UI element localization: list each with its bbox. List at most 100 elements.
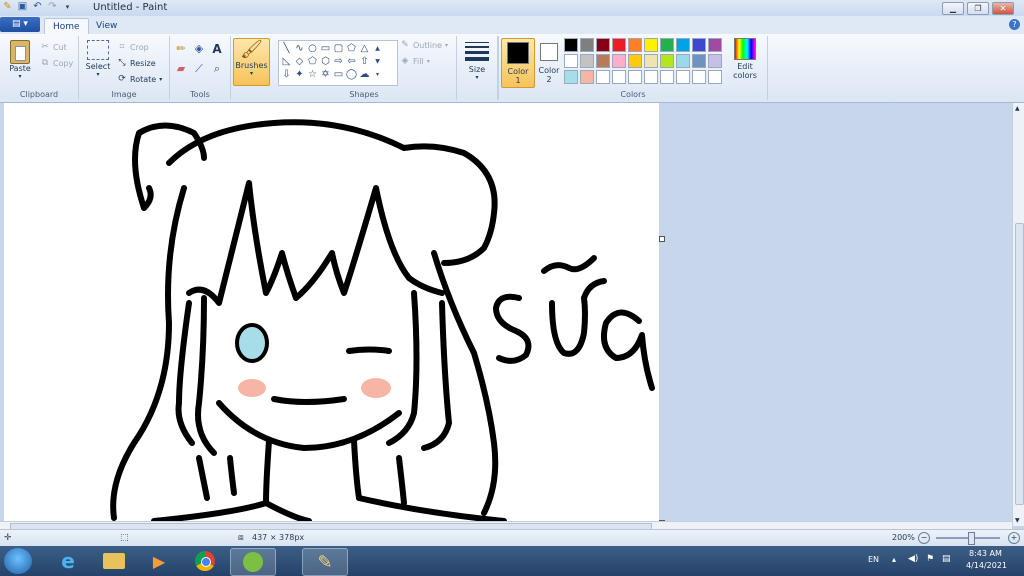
zoom-slider-thumb[interactable] [968,532,975,545]
ribbon-tabs: ▤ ▾ Home View ? [0,16,1024,35]
diamond-shape-icon[interactable]: ◇ [293,55,306,68]
group-colors: Colors [498,36,768,100]
paint-app-icon[interactable]: ✎ [2,1,13,12]
line-shape-icon[interactable]: ╲ [280,42,293,55]
title-bar: ✎ ▣ ↶ ↷ ▾ Untitled - Paint ▁ ❐ ✕ [0,0,1024,16]
paste-label: Paste [9,64,31,73]
network-icon[interactable]: ▤ [942,554,951,564]
cloud-callout-icon[interactable]: ☁ [358,68,371,81]
rounded-callout-icon[interactable]: ▭ [332,68,345,81]
volume-icon[interactable]: ◀) [908,554,918,564]
action-center-icon[interactable]: ⚑ [926,554,934,564]
scroll-down-arrow[interactable]: ▼ [1015,517,1020,524]
vertical-scrollbar[interactable]: ▲ ▼ [1012,103,1024,526]
tab-home[interactable]: Home [44,18,89,35]
curve-shape-icon[interactable]: ∿ [293,42,306,55]
image-dimensions: 437 × 378px [252,533,305,542]
rectangle-shape-icon[interactable]: ▭ [319,42,332,55]
zoom-out-button[interactable]: − [918,532,930,544]
line-size-icon [465,42,489,61]
hexagon-shape-icon[interactable]: ⬡ [319,55,332,68]
pencil-icon[interactable]: ✏ [176,43,186,54]
four-point-star-icon[interactable]: ✦ [293,68,306,81]
clock-time[interactable]: 8:43 AM [969,549,1002,558]
rounded-rectangle-shape-icon[interactable]: ▢ [332,42,345,55]
right-arrow-shape-icon[interactable]: ⇨ [332,55,345,68]
left-arrow-shape-icon[interactable]: ⇦ [345,55,358,68]
taskbar-app[interactable] [230,548,276,576]
paste-button[interactable]: Paste ▾ [6,40,34,80]
crop-button[interactable]: ⌗ Crop [117,42,148,52]
fill-button[interactable]: ◈ Fill ▾ [400,56,430,66]
zoom-level: 200% [892,533,915,542]
group-clipboard: Paste ▾ ✂ Cut ⧉ Copy Clipboard [0,36,79,100]
scissors-icon: ✂ [41,42,49,52]
taskbar-file-explorer[interactable] [92,548,136,574]
magnifier-icon[interactable]: ⌕ [212,63,222,74]
close-button[interactable]: ✕ [992,2,1014,15]
text-icon[interactable]: A [212,43,222,55]
size-button[interactable]: Size ▾ [463,40,491,81]
zoom-in-button[interactable]: + [1008,532,1020,544]
triangle-shape-icon[interactable]: △ [358,42,371,55]
chrome-icon [195,551,215,571]
right-triangle-shape-icon[interactable]: ◺ [280,55,293,68]
shapes-group-label: Shapes [349,90,379,99]
eraser-icon[interactable]: ▰ [176,63,186,74]
taskbar-chrome[interactable] [183,548,227,574]
pentagon-shape-icon[interactable]: ⬠ [306,55,319,68]
rotate-button[interactable]: ⟳ Rotate ▾ [117,74,162,84]
media-player-icon: ▶ [152,551,166,571]
canvas-resize-handle-right[interactable] [659,236,665,242]
undo-icon[interactable]: ↶ [32,1,43,12]
image-size-icon: ⧈ [238,533,244,543]
drawing-canvas[interactable] [4,103,659,522]
maximize-button[interactable]: ❐ [967,2,989,15]
six-point-star-icon[interactable]: ✡ [319,68,332,81]
customize-toolbar-icon[interactable]: ▾ [62,1,73,12]
taskbar-paint[interactable]: ✎ [302,548,348,576]
cut-label: Cut [53,42,67,52]
redo-icon[interactable]: ↷ [47,1,58,12]
select-button[interactable]: Select ▾ [85,40,111,78]
clock-date[interactable]: 4/14/2021 [966,561,1007,570]
five-point-star-icon[interactable]: ☆ [306,68,319,81]
quick-access-toolbar: ✎ ▣ ↶ ↷ ▾ [2,1,73,12]
help-icon[interactable]: ? [1009,19,1020,30]
group-size: Size ▾ [457,36,498,100]
scroll-up-arrow[interactable]: ▲ [1015,105,1020,112]
select-label: Select [85,62,111,71]
group-image: Select ▾ ⌗ Crop ⤡ Resize ⟳ Rotate ▾ Image [79,36,170,100]
more-shapes-icon[interactable]: ▾ [371,68,384,81]
taskbar-media-player[interactable]: ▶ [137,548,181,574]
show-hidden-icons[interactable]: ▴ [892,555,896,564]
start-button[interactable] [4,548,32,574]
oval-shape-icon[interactable]: ○ [306,42,319,55]
resize-button[interactable]: ⤡ Resize [117,58,155,68]
brushes-button[interactable]: 🖌 Brushes ▾ [233,38,270,86]
outline-button[interactable]: ✎ Outline ▾ [400,40,448,50]
select-icon [87,40,109,60]
tools-group-label: Tools [190,90,210,99]
drawing-sketch [110,119,655,522]
vertical-scroll-thumb[interactable] [1015,223,1024,505]
oval-callout-icon[interactable]: ◯ [345,68,358,81]
zoom-slider[interactable] [936,532,1000,545]
fill-bucket-icon[interactable]: ◈ [194,43,204,54]
language-indicator[interactable]: EN [868,555,879,564]
copy-icon: ⧉ [41,58,49,68]
tab-view[interactable]: View [88,18,125,34]
down-arrow-shape-icon[interactable]: ⇩ [280,68,293,81]
polygon-shape-icon[interactable]: ⬠ [345,42,358,55]
minimize-button[interactable]: ▁ [942,2,964,15]
scroll-up-icon[interactable]: ▲ [371,42,384,55]
group-tools: ✏ ◈ A ▰ ⟋ ⌕ Tools [170,36,231,100]
copy-button[interactable]: ⧉ Copy [40,58,74,68]
up-arrow-shape-icon[interactable]: ⇧ [358,55,371,68]
scroll-down-icon[interactable]: ▼ [371,55,384,68]
file-menu-button[interactable]: ▤ ▾ [0,17,40,32]
cut-button[interactable]: ✂ Cut [40,42,67,52]
save-icon[interactable]: ▣ [17,1,28,12]
taskbar-internet-explorer[interactable]: e [46,548,90,574]
color-picker-icon[interactable]: ⟋ [194,63,204,74]
